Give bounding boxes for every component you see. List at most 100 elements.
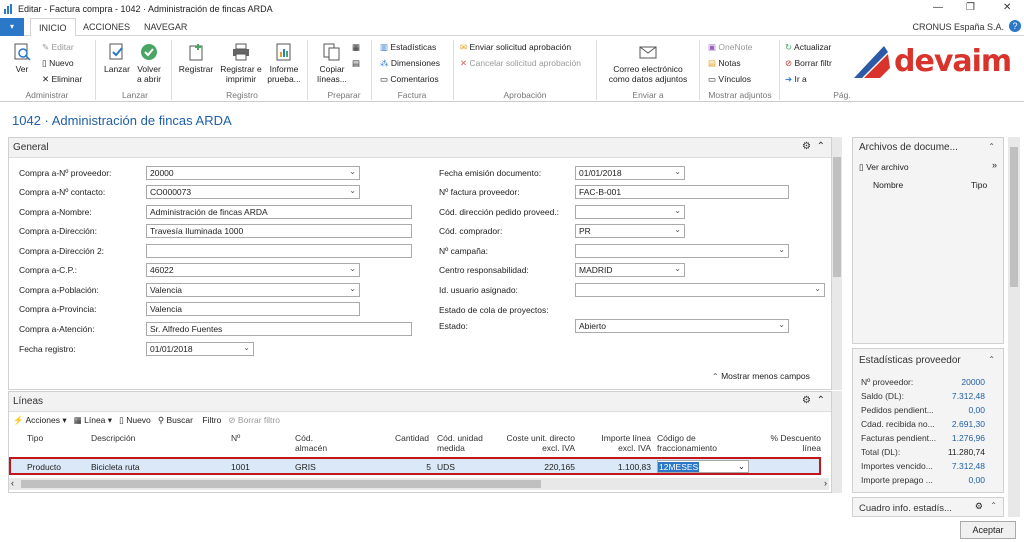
field-input[interactable]: Travesía Iluminada 1000	[146, 224, 412, 238]
doc-icon[interactable]: ▤	[352, 58, 360, 69]
editar-button[interactable]: ✎ Editar	[42, 42, 74, 53]
volver-abrir-button[interactable]: Volver a abrir	[134, 42, 164, 84]
settings-icon[interactable]: ⚙	[802, 141, 811, 152]
lines-hscrollbar[interactable]: ‹ ›	[9, 478, 829, 490]
field-input[interactable]: PR ⌄	[575, 224, 685, 238]
stat-value[interactable]: 20000	[961, 377, 985, 387]
field-input[interactable]: ⌄	[575, 244, 789, 258]
col-importe[interactable]: Importe línea excl. IVA	[591, 433, 651, 453]
field-input[interactable]: 46022 ⌄	[146, 263, 360, 277]
help-icon[interactable]: ?	[1009, 20, 1021, 32]
col-no[interactable]: Nº	[231, 433, 240, 443]
borrar-filtro-button[interactable]: ⊘ Borrar filtr	[785, 58, 832, 69]
field-input[interactable]: Valencia ⌄	[146, 283, 360, 297]
collapse-icon[interactable]: ⌃	[817, 141, 825, 152]
col-almacen[interactable]: Cód. almacén	[295, 433, 345, 453]
field-input[interactable]: FAC-B-001	[575, 185, 789, 199]
close-icon[interactable]: ✕	[1003, 2, 1011, 13]
more-icon[interactable]: »	[992, 160, 997, 170]
cell-importe[interactable]: 1.100,83	[591, 462, 651, 472]
comentarios-button[interactable]: ▭ Comentarios	[380, 74, 439, 85]
scrollbar-thumb[interactable]	[21, 480, 541, 488]
col-coste[interactable]: Coste unit. directo excl. IVA	[505, 433, 575, 453]
registrar-button[interactable]: Registrar	[176, 42, 216, 74]
stat-value[interactable]: 11.280,74	[948, 447, 985, 457]
nuevo-line-button[interactable]: ▯ Nuevo	[119, 415, 151, 425]
col-cantidad[interactable]: Cantidad	[389, 433, 429, 443]
field-input[interactable]: 20000 ⌄	[146, 166, 360, 180]
linea-menu[interactable]: ▦ Línea ▾	[74, 415, 112, 425]
nuevo-button[interactable]: ▯ Nuevo	[42, 58, 74, 69]
stat-value[interactable]: 0,00	[968, 405, 985, 415]
stat-value[interactable]: 2.691,30	[952, 419, 985, 429]
scroll-right-icon[interactable]: ›	[824, 478, 827, 488]
correo-button[interactable]: Correo electrónico como datos adjuntos	[604, 42, 692, 84]
col-unidad[interactable]: Cód. unidad medida	[437, 433, 497, 453]
ver-button[interactable]: Ver	[10, 42, 34, 74]
lineas-header[interactable]: Líneas ⚙ ⌃	[9, 392, 831, 412]
col-descuento[interactable]: % Descuento línea	[759, 433, 821, 453]
field-input[interactable]: ⌄	[575, 283, 825, 297]
cell-coste[interactable]: 220,165	[505, 462, 575, 472]
collapse-icon[interactable]: ⌃	[817, 395, 825, 406]
table-row[interactable]: Producto Bicicleta ruta 1001 GRIS 5 UDS …	[9, 457, 821, 475]
general-header[interactable]: General ⚙ ⌃	[9, 138, 831, 158]
cell-unidad[interactable]: UDS	[437, 462, 455, 472]
borrar-filtro-line-button[interactable]: ⊘ Borrar filtro	[228, 415, 280, 425]
col-tipo[interactable]: Tipo	[27, 433, 43, 443]
buscar-button[interactable]: ⚲ Buscar	[158, 415, 193, 425]
collapse-icon[interactable]: ⌃	[988, 355, 995, 364]
tab-acciones[interactable]: ACCIONES	[83, 22, 130, 32]
cell-descripcion[interactable]: Bicicleta ruta	[91, 462, 140, 472]
field-input[interactable]: Administración de fincas ARDA	[146, 205, 412, 219]
onenote-button[interactable]: ▣ OneNote	[708, 42, 752, 53]
scrollbar-thumb[interactable]	[1010, 147, 1018, 287]
stat-value[interactable]: 7.312,48	[952, 461, 985, 471]
registrar-imprimir-button[interactable]: Registrar e imprimir	[218, 42, 264, 84]
cell-no[interactable]: 1001	[231, 462, 250, 472]
general-scrollbar[interactable]	[832, 137, 842, 390]
company-name[interactable]: CRONUS España S.A.	[912, 22, 1004, 32]
settings-icon[interactable]: ⚙	[975, 501, 983, 512]
vinculos-button[interactable]: ▭ Vínculos	[708, 74, 751, 85]
field-input[interactable]: 01/01/2018 ⌄	[146, 342, 254, 356]
restore-icon[interactable]: ❐	[966, 2, 975, 13]
field-input[interactable]: ⌄	[575, 205, 685, 219]
stat-value[interactable]: 7.312,48	[952, 391, 985, 401]
col-fraccionamiento[interactable]: Código de fraccionamiento	[657, 433, 737, 453]
field-input[interactable]: Abierto ⌄	[575, 319, 789, 333]
acciones-menu[interactable]: ⚡ Acciones ▾	[13, 415, 67, 425]
enviar-solicitud-button[interactable]: ✉ Enviar solicitud aprobación	[460, 42, 571, 53]
lineas-vscrollbar[interactable]	[832, 391, 842, 493]
informe-prueba-button[interactable]: Informe prueba...	[266, 42, 302, 84]
filtro-button[interactable]: Filtro	[202, 415, 221, 425]
scroll-left-icon[interactable]: ‹	[11, 478, 14, 488]
dimensiones-button[interactable]: ⁂ Dimensiones	[380, 58, 440, 69]
lanzar-button[interactable]: Lanzar	[102, 42, 132, 74]
collapse-icon[interactable]: ⌃	[988, 142, 995, 151]
eliminar-button[interactable]: ✕ Eliminar	[42, 74, 82, 85]
factbox-scrollbar[interactable]	[1008, 137, 1020, 517]
collapse-icon[interactable]: ⌃	[990, 501, 997, 510]
cell-almacen[interactable]: GRIS	[295, 462, 316, 472]
field-input[interactable]: Sr. Alfredo Fuentes	[146, 322, 412, 336]
actualizar-button[interactable]: ↻ Actualizar	[785, 42, 831, 53]
stat-value[interactable]: 1.276,96	[952, 433, 985, 443]
file-menu-button[interactable]: ▾	[0, 18, 24, 36]
tab-inicio[interactable]: INICIO	[30, 18, 76, 37]
field-input[interactable]: Valencia	[146, 302, 360, 316]
cell-tipo[interactable]: Producto	[27, 462, 61, 472]
settings-icon[interactable]: ⚙	[802, 395, 811, 406]
field-input[interactable]	[146, 244, 412, 258]
col-descripcion[interactable]: Descripción	[91, 433, 135, 443]
minimize-icon[interactable]: —	[933, 2, 943, 13]
copiar-lineas-button[interactable]: Copiar líneas...	[314, 42, 350, 84]
field-input[interactable]: CO000073 ⌄	[146, 185, 360, 199]
field-input[interactable]: MADRID ⌄	[575, 263, 685, 277]
notas-button[interactable]: ▤ Notas	[708, 58, 741, 69]
fraccionamiento-select[interactable]: 12MESES ⌄	[657, 460, 749, 473]
ir-a-button[interactable]: ➔ Ir a	[785, 74, 807, 85]
stat-value[interactable]: 0,00	[968, 475, 985, 485]
cancelar-solicitud-button[interactable]: ✕ Cancelar solicitud aprobación	[460, 58, 581, 69]
field-input[interactable]: 01/01/2018 ⌄	[575, 166, 685, 180]
